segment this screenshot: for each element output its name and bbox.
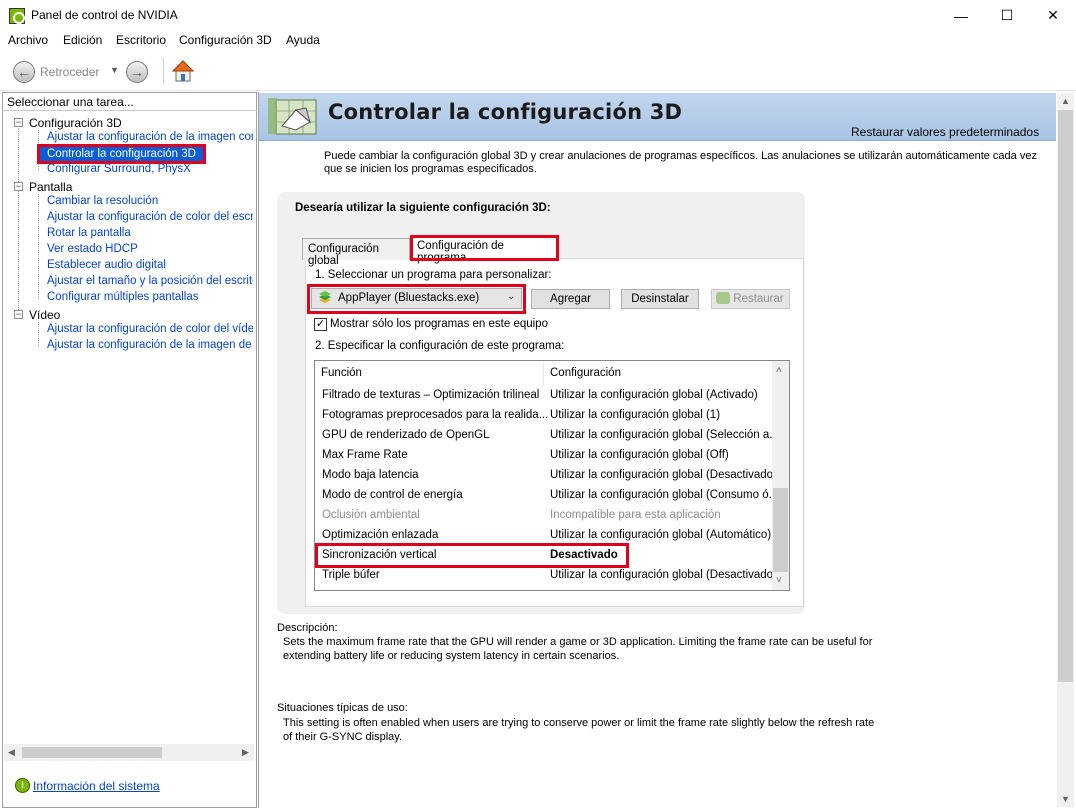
description-text: Sets the maximum frame rate that the GPU…: [283, 636, 873, 662]
sidebar-item-resolucion[interactable]: Cambiar la resolución: [47, 195, 158, 207]
setting-function[interactable]: Filtrado de texturas – Optimización tril…: [322, 389, 539, 401]
chevron-down-icon[interactable]: ˅: [776, 575, 782, 586]
setting-function[interactable]: Max Frame Rate: [322, 449, 408, 461]
sidebar-item-rotar[interactable]: Rotar la pantalla: [47, 227, 131, 239]
back-arrow-icon[interactable]: ←: [13, 61, 35, 83]
sidebar-item-audio-digital[interactable]: Establecer audio digital: [47, 259, 166, 271]
column-header-function[interactable]: Función: [321, 367, 362, 379]
restore-defaults-link[interactable]: Restaurar valores predeterminados: [851, 125, 1039, 139]
setting-value[interactable]: Utilizar la configuración global (Automá…: [550, 529, 771, 541]
highlight-box-sidebar: [37, 144, 206, 164]
highlight-box-tab: [410, 235, 559, 261]
tree-collapse-icon[interactable]: −: [14, 182, 23, 191]
tree-category-pantalla[interactable]: Pantalla: [29, 180, 72, 194]
step1-label: 1. Seleccionar un programa para personal…: [315, 269, 552, 281]
menu-configuracion-3d[interactable]: Configuración 3D: [179, 33, 272, 47]
setting-function[interactable]: Modo baja latencia: [322, 469, 419, 481]
menu-escritorio[interactable]: Escritorio: [116, 33, 166, 47]
page-title: Controlar la configuración 3D: [328, 100, 683, 124]
scroll-left-icon[interactable]: ◀: [8, 747, 15, 758]
setting-function[interactable]: Modo de control de energía: [322, 489, 463, 501]
back-button-label[interactable]: Retroceder: [40, 65, 99, 79]
menu-archivo[interactable]: Archivo: [8, 33, 48, 47]
toolbar-separator: [163, 58, 164, 84]
sidebar-item-imagen-video[interactable]: Ajustar la configuración de la imagen de…: [47, 339, 253, 351]
scrollbar-thumb[interactable]: [773, 488, 788, 572]
3d-settings-icon: [268, 98, 317, 135]
scroll-down-icon[interactable]: ▼: [1061, 794, 1070, 804]
forward-arrow-icon[interactable]: →: [126, 61, 148, 83]
menu-edicion[interactable]: Edición: [63, 33, 102, 47]
sidebar-item-hdcp[interactable]: Ver estado HDCP: [47, 243, 138, 255]
window-title: Panel de control de NVIDIA: [31, 8, 178, 22]
sidebar-item-multiples-pantallas[interactable]: Configurar múltiples pantallas: [47, 291, 199, 303]
tree-category-video[interactable]: Vídeo: [29, 308, 60, 322]
column-header-config[interactable]: Configuración: [550, 367, 621, 379]
usage-text: This setting is often enabled when users…: [283, 717, 875, 743]
system-info-link[interactable]: Información del sistema: [33, 779, 160, 793]
scroll-right-icon[interactable]: ▶: [242, 747, 249, 758]
column-divider: [543, 363, 544, 385]
tab-configuracion-global[interactable]: Configuración global: [302, 238, 410, 267]
sidebar-item-tamano-posicion[interactable]: Ajustar el tamaño y la posición del escr…: [47, 275, 253, 287]
scrollbar-thumb[interactable]: [22, 747, 162, 758]
setting-value[interactable]: Utilizar la configuración global (1): [550, 409, 720, 421]
scrollbar-thumb[interactable]: [1058, 110, 1073, 682]
home-icon[interactable]: [171, 59, 195, 83]
tree-collapse-icon[interactable]: −: [14, 118, 23, 127]
usage-heading: Situaciones típicas de uso:: [277, 702, 408, 714]
setting-function[interactable]: Optimización enlazada: [322, 529, 438, 541]
setting-function[interactable]: Triple búfer: [322, 569, 380, 581]
close-button[interactable]: ✕: [1030, 0, 1076, 31]
setting-value[interactable]: Utilizar la configuración global (Selecc…: [550, 429, 779, 441]
sidebar-item-surround-physx[interactable]: Configurar Surround, PhysX: [47, 163, 191, 175]
toolbar: [0, 51, 1076, 91]
remove-program-button[interactable]: Desinstalar: [621, 289, 699, 309]
setting-value-disabled: Incompatible para esta aplicación: [550, 509, 721, 521]
setting-value[interactable]: Utilizar la configuración global (Desact…: [550, 469, 777, 481]
minimize-button[interactable]: —: [938, 0, 984, 31]
highlight-box-program: [307, 284, 526, 314]
sidebar-item-ajustar-imagen[interactable]: Ajustar la configuración de la imagen co…: [47, 131, 253, 143]
system-info-icon: i: [15, 778, 30, 793]
intro-text: Puede cambiar la configuración global 3D…: [324, 150, 1037, 175]
nvidia-app-icon: [9, 8, 25, 24]
setting-value[interactable]: Utilizar la configuración global (Off): [550, 449, 729, 461]
show-local-programs-checkbox[interactable]: ✓: [314, 318, 327, 331]
show-local-programs-label[interactable]: Mostrar sólo los programas en este equip…: [330, 318, 548, 330]
maximize-button[interactable]: ☐: [984, 0, 1030, 31]
setting-value[interactable]: Utilizar la configuración global (Consum…: [550, 489, 778, 501]
scroll-up-icon[interactable]: ▲: [1061, 96, 1070, 106]
add-program-button[interactable]: Agregar: [531, 289, 610, 309]
menu-ayuda[interactable]: Ayuda: [286, 33, 320, 47]
tree-line: [38, 194, 39, 299]
task-panel-divider: [2, 110, 257, 111]
tree-line: [38, 322, 39, 347]
setting-function[interactable]: GPU de renderizado de OpenGL: [322, 429, 490, 441]
description-heading: Descripción:: [277, 622, 338, 634]
tree-collapse-icon[interactable]: −: [14, 310, 23, 319]
setting-function-disabled: Oclusión ambiental: [322, 509, 420, 521]
tree-category-3d[interactable]: Configuración 3D: [29, 116, 122, 130]
setting-function[interactable]: Fotogramas preprocesados para la realida…: [322, 409, 548, 421]
sidebar-item-color-video[interactable]: Ajustar la configuración de color del ví…: [47, 323, 253, 335]
setting-value[interactable]: Utilizar la configuración global (Desact…: [550, 569, 777, 581]
chevron-up-icon[interactable]: ˄: [776, 365, 782, 376]
sidebar-item-color-escritorio[interactable]: Ajustar la configuración de color del es…: [47, 211, 253, 223]
history-dropdown-icon[interactable]: ▼: [110, 65, 119, 75]
task-panel-header: Seleccionar una tarea...: [7, 95, 134, 109]
tree-line: [18, 128, 19, 316]
settings-group-title: Desearía utilizar la siguiente configura…: [295, 202, 551, 214]
step2-label: 2. Especificar la configuración de este …: [315, 340, 565, 352]
nvidia-restore-icon: [716, 292, 730, 304]
setting-value[interactable]: Utilizar la configuración global (Activa…: [550, 389, 758, 401]
highlight-box-vsync: [315, 543, 629, 568]
